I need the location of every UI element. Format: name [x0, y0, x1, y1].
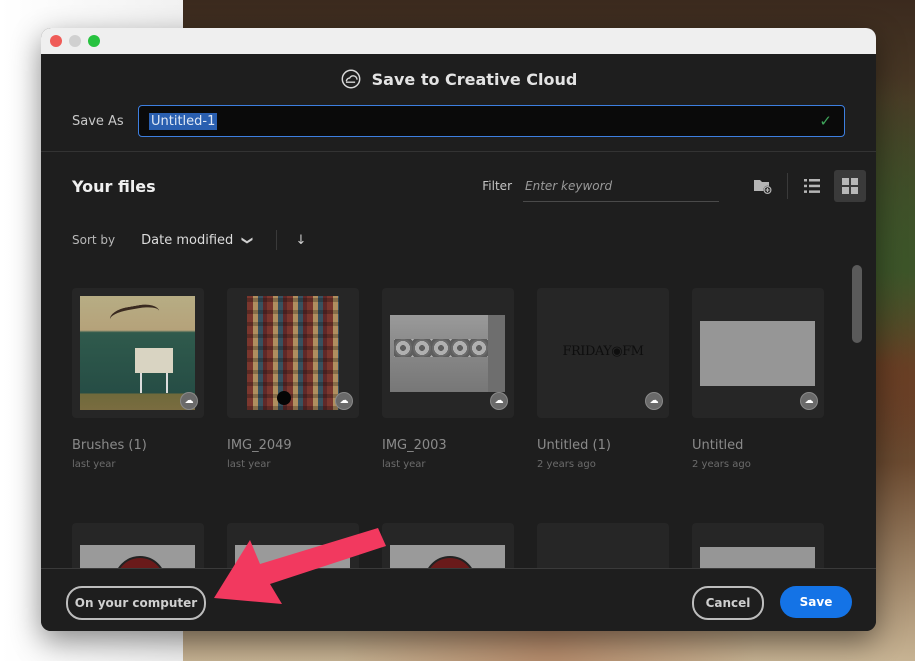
file-thumbnail[interactable]: ☁: [692, 288, 824, 418]
file-date: last year: [72, 459, 116, 470]
creative-cloud-icon: [341, 69, 361, 89]
new-folder-icon: [754, 180, 772, 195]
scrollbar-thumb[interactable]: [852, 265, 862, 343]
file-name: Untitled: [692, 438, 744, 453]
dialog-header: Save to Creative Cloud: [41, 54, 876, 104]
gray-image: [700, 321, 815, 386]
dialog-title: Save to Creative Cloud: [371, 69, 578, 89]
cloud-sync-icon: ☁: [180, 392, 198, 410]
file-date: 2 years ago: [692, 459, 751, 470]
sort-direction-button[interactable]: ↓: [295, 233, 306, 248]
file-name: Brushes (1): [72, 438, 147, 453]
file-name: IMG_2003: [382, 438, 447, 453]
cloud-sync-icon: ☁: [800, 392, 818, 410]
sort-divider: [276, 230, 278, 250]
file-date: last year: [382, 459, 426, 470]
cloud-sync-icon: ☁: [645, 392, 663, 410]
save-as-row: Save As Untitled-1 ✓: [41, 104, 876, 138]
toolbar-divider: [787, 173, 788, 199]
sort-row: Sort by Date modified ❯ ↓: [41, 220, 876, 260]
chevron-down-icon: ❯: [241, 235, 255, 245]
save-button[interactable]: Save: [780, 586, 852, 618]
zoom-window-button[interactable]: [88, 35, 100, 47]
save-dialog: Save to Creative Cloud Save As Untitled-…: [41, 28, 876, 631]
save-as-label: Save As: [72, 113, 124, 129]
on-your-computer-button[interactable]: On your computer: [66, 586, 206, 620]
cancel-button[interactable]: Cancel: [692, 586, 764, 620]
file-thumbnail[interactable]: FRIDAY◉FM ☁: [537, 288, 669, 418]
list-view-button[interactable]: [796, 170, 828, 202]
close-window-button[interactable]: [50, 35, 62, 47]
file-date: 2 years ago: [537, 459, 596, 470]
file-card[interactable]: ☁ IMG_2003 last year: [382, 288, 514, 470]
file-thumbnail[interactable]: ☁: [72, 288, 204, 418]
file-card[interactable]: FRIDAY◉FM ☁ Untitled (1) 2 years ago: [537, 288, 669, 470]
new-folder-button[interactable]: [747, 170, 779, 202]
filter-input[interactable]: [523, 170, 719, 202]
painting-image: [80, 296, 195, 410]
cloud-sync-icon: ☁: [490, 392, 508, 410]
save-as-value[interactable]: Untitled-1: [149, 112, 218, 130]
title-bar: [41, 28, 876, 54]
files-header: Your files Filter: [41, 152, 876, 220]
sort-dropdown[interactable]: Date modified ❯: [141, 232, 255, 248]
checkmark-icon: ✓: [819, 112, 832, 130]
friday-fm-logo: FRIDAY◉FM: [562, 344, 644, 359]
dialog-footer: On your computer Cancel Save: [41, 568, 876, 631]
your-files-title: Your files: [72, 176, 156, 196]
grid-view-button[interactable]: [834, 170, 866, 202]
file-name: IMG_2049: [227, 438, 292, 453]
save-as-input[interactable]: Untitled-1 ✓: [138, 105, 845, 137]
filter-label: Filter: [482, 179, 512, 193]
grid-view-icon: [842, 178, 858, 194]
file-thumbnail[interactable]: ☁: [382, 288, 514, 418]
file-date: last year: [227, 459, 271, 470]
list-view-icon: [804, 179, 820, 193]
file-thumbnail[interactable]: ☁: [227, 288, 359, 418]
file-name: Untitled (1): [537, 438, 611, 453]
sort-by-label: Sort by: [72, 233, 116, 247]
sort-value: Date modified: [141, 232, 234, 248]
file-card[interactable]: ☁ IMG_2049 last year: [227, 288, 359, 470]
cloud-sync-icon: ☁: [335, 392, 353, 410]
minimize-window-button[interactable]: [69, 35, 81, 47]
city-image: [247, 296, 339, 410]
file-card[interactable]: ☁ Brushes (1) last year: [72, 288, 204, 470]
dome-image: [390, 315, 505, 392]
file-card[interactable]: ☁ Untitled 2 years ago: [692, 288, 824, 470]
